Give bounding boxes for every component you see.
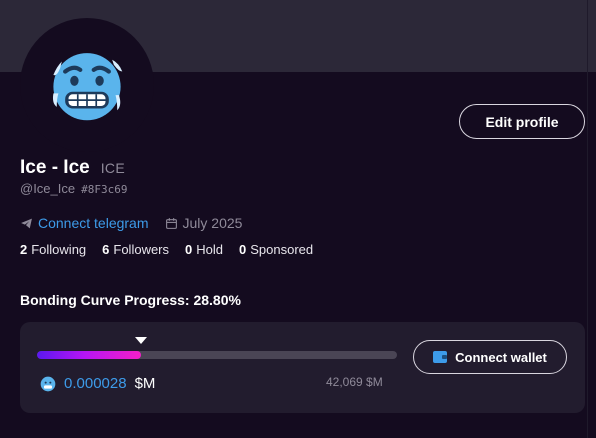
progress-bar (37, 351, 397, 359)
progress-marker (134, 337, 147, 344)
wallet-icon (433, 351, 448, 363)
stat-count: 2 (20, 242, 28, 257)
join-date-label: July 2025 (182, 215, 243, 231)
connect-telegram-label: Connect telegram (38, 215, 149, 231)
connect-wallet-button[interactable]: Connect wallet (413, 340, 567, 374)
cold-face-emoji-icon (52, 53, 123, 121)
join-date: July 2025 (165, 215, 243, 231)
calendar-icon (165, 217, 177, 229)
market-cap-unit: $M (134, 375, 156, 392)
stat-count: 0 (239, 242, 247, 257)
profile-stats: 2 Following 6 Followers 0 Hold 0 Sponsor… (20, 242, 313, 257)
bonding-curve-card: 0.000028 $M 42,069 $M Connect wallet (20, 322, 585, 413)
stat-hold[interactable]: 0 Hold (185, 242, 223, 257)
token-icon (40, 376, 56, 391)
progress-fill (37, 351, 141, 359)
stat-label: Hold (196, 242, 223, 257)
profile-hash: #8F3c69 (81, 183, 128, 196)
stat-count: 6 (102, 242, 110, 257)
profile-handle-row: @Ice_Ice #8F3c69 (20, 181, 127, 196)
profile-name: Ice - Ice (20, 157, 90, 178)
divider (587, 0, 588, 438)
stat-label: Followers (113, 242, 170, 257)
market-cap-value: 0.000028 (64, 375, 127, 392)
connect-wallet-label: Connect wallet (455, 349, 547, 365)
profile-meta: Connect telegram July 2025 (20, 215, 242, 231)
stat-sponsored[interactable]: 0 Sponsored (239, 242, 313, 257)
connect-telegram-link[interactable]: Connect telegram (20, 215, 149, 231)
stat-following[interactable]: 2 Following (20, 242, 86, 257)
profile-page: Edit profile Ice - Ice ICE @Ice_Ice #8F3… (0, 0, 596, 438)
stat-label: Following (31, 242, 87, 257)
profile-ticker: ICE (100, 160, 125, 176)
stat-count: 0 (185, 242, 193, 257)
stat-followers[interactable]: 6 Followers (102, 242, 169, 257)
market-cap: 0.000028 $M (40, 375, 155, 392)
avatar (20, 18, 154, 152)
edit-profile-button[interactable]: Edit profile (459, 104, 585, 139)
telegram-plane-icon (21, 218, 32, 228)
market-cap-target: 42,069 $M (326, 375, 383, 389)
bonding-curve-title: Bonding Curve Progress: 28.80% (20, 292, 241, 308)
stat-label: Sponsored (250, 242, 314, 257)
profile-handle: @Ice_Ice (20, 181, 76, 196)
profile-name-row: Ice - Ice ICE (20, 157, 125, 179)
